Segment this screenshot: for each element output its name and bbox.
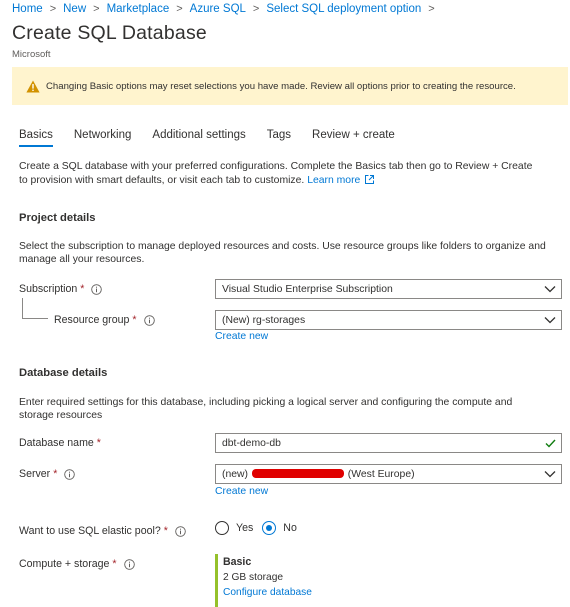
tab-review-create[interactable]: Review + create	[312, 129, 395, 147]
create-server-link[interactable]: Create new	[215, 486, 268, 497]
subscription-value: Visual Studio Enterprise Subscription	[222, 283, 393, 295]
database-details-description: Enter required settings for this databas…	[19, 397, 513, 421]
tab-networking[interactable]: Networking	[74, 129, 132, 147]
project-details-description: Select the subscription to manage deploy…	[19, 241, 546, 265]
info-icon[interactable]	[143, 314, 155, 326]
info-icon[interactable]	[123, 558, 135, 570]
warning-icon	[26, 80, 40, 92]
tree-connector	[22, 318, 48, 319]
info-icon[interactable]	[64, 468, 76, 480]
database-name-label-text: Database name	[19, 437, 94, 449]
compute-storage-label: Compute + storage *	[19, 558, 135, 570]
chevron-down-icon	[544, 471, 556, 478]
breadcrumb-marketplace[interactable]: Marketplace	[107, 3, 170, 15]
subscription-label: Subscription *	[19, 283, 103, 295]
tab-tags[interactable]: Tags	[267, 129, 291, 147]
breadcrumb-home[interactable]: Home	[12, 3, 43, 15]
radio-label-yes: Yes	[236, 522, 254, 534]
required-marker: *	[80, 283, 85, 295]
chevron-right-icon: >	[252, 3, 260, 15]
database-name-label: Database name *	[19, 437, 101, 449]
elastic-pool-label: Want to use SQL elastic pool? *	[19, 525, 186, 537]
radio-label-no: No	[283, 522, 297, 534]
chevron-down-icon	[544, 286, 556, 293]
radio-checked-icon[interactable]	[262, 521, 277, 535]
page-title: Create SQL Database	[12, 22, 207, 44]
external-link-icon[interactable]	[365, 174, 375, 184]
resource-group-label: Resource group *	[54, 314, 155, 326]
breadcrumb-deployment-option[interactable]: Select SQL deployment option	[266, 3, 421, 15]
intro-description: Create a SQL database with your preferre…	[19, 161, 533, 186]
database-details-heading: Database details	[19, 367, 108, 379]
info-icon[interactable]	[175, 525, 186, 537]
configure-database-link[interactable]: Configure database	[223, 587, 415, 598]
elastic-pool-label-text: Want to use SQL elastic pool?	[19, 525, 161, 537]
warning-text: Changing Basic options may reset selecti…	[46, 80, 516, 92]
chevron-right-icon: >	[176, 3, 183, 15]
server-value-prefix: (new)	[222, 468, 248, 480]
tab-basics[interactable]: Basics	[19, 129, 53, 147]
required-marker: *	[163, 525, 168, 537]
compute-storage-size: 2 GB storage	[223, 572, 284, 583]
publisher-label: Microsoft	[12, 49, 51, 60]
compute-tier: Basic	[223, 556, 252, 568]
required-marker: *	[132, 314, 137, 326]
tree-connector	[22, 298, 23, 319]
breadcrumb-azure-sql[interactable]: Azure SQL	[190, 3, 246, 15]
warning-banner: Changing Basic options may reset selecti…	[12, 67, 568, 105]
server-label: Server *	[19, 468, 76, 480]
chevron-right-icon: >	[93, 3, 100, 15]
create-resource-group-link[interactable]: Create new	[215, 331, 268, 342]
server-label-text: Server	[19, 468, 51, 480]
compute-storage-summary: Basic 2 GB storage Configure database	[215, 554, 415, 607]
required-marker: *	[96, 437, 101, 449]
subscription-select[interactable]: Visual Studio Enterprise Subscription	[215, 279, 562, 299]
database-name-value: dbt-demo-db	[222, 437, 281, 449]
project-details-heading: Project details	[19, 212, 96, 224]
required-marker: *	[112, 558, 117, 570]
elastic-pool-yes-radio[interactable]: Yes	[215, 521, 253, 535]
chevron-right-icon: >	[49, 3, 57, 15]
chevron-down-icon	[544, 317, 556, 324]
learn-more-link[interactable]: Learn more	[307, 175, 360, 186]
radio-unchecked-icon[interactable]	[215, 521, 229, 535]
subscription-label-text: Subscription	[19, 283, 78, 295]
server-select[interactable]: (new) (West Europe)	[215, 464, 562, 484]
chevron-right-icon: >	[428, 3, 435, 15]
tab-additional-settings[interactable]: Additional settings	[152, 129, 245, 147]
resource-group-select[interactable]: (New) rg-storages	[215, 310, 562, 330]
database-name-input[interactable]: dbt-demo-db	[215, 433, 562, 453]
checkmark-icon	[545, 439, 556, 448]
elastic-pool-radio-group: Yes No	[215, 521, 306, 535]
compute-storage-label-text: Compute + storage	[19, 558, 110, 570]
breadcrumb: Home > New > Marketplace > Azure SQL > S…	[12, 3, 442, 15]
breadcrumb-new[interactable]: New	[63, 3, 86, 15]
server-value-suffix: (West Europe)	[347, 468, 415, 480]
redacted-server-name	[251, 468, 344, 478]
info-icon[interactable]	[91, 283, 103, 295]
required-marker: *	[53, 468, 58, 480]
intro-text: Create a SQL database with your preferre…	[19, 160, 539, 187]
resource-group-label-text: Resource group	[54, 314, 130, 326]
server-value: (new) (West Europe)	[222, 468, 544, 480]
resource-group-value: (New) rg-storages	[222, 314, 306, 326]
elastic-pool-no-radio[interactable]: No	[262, 521, 297, 535]
tab-bar: Basics Networking Additional settings Ta…	[19, 129, 416, 147]
